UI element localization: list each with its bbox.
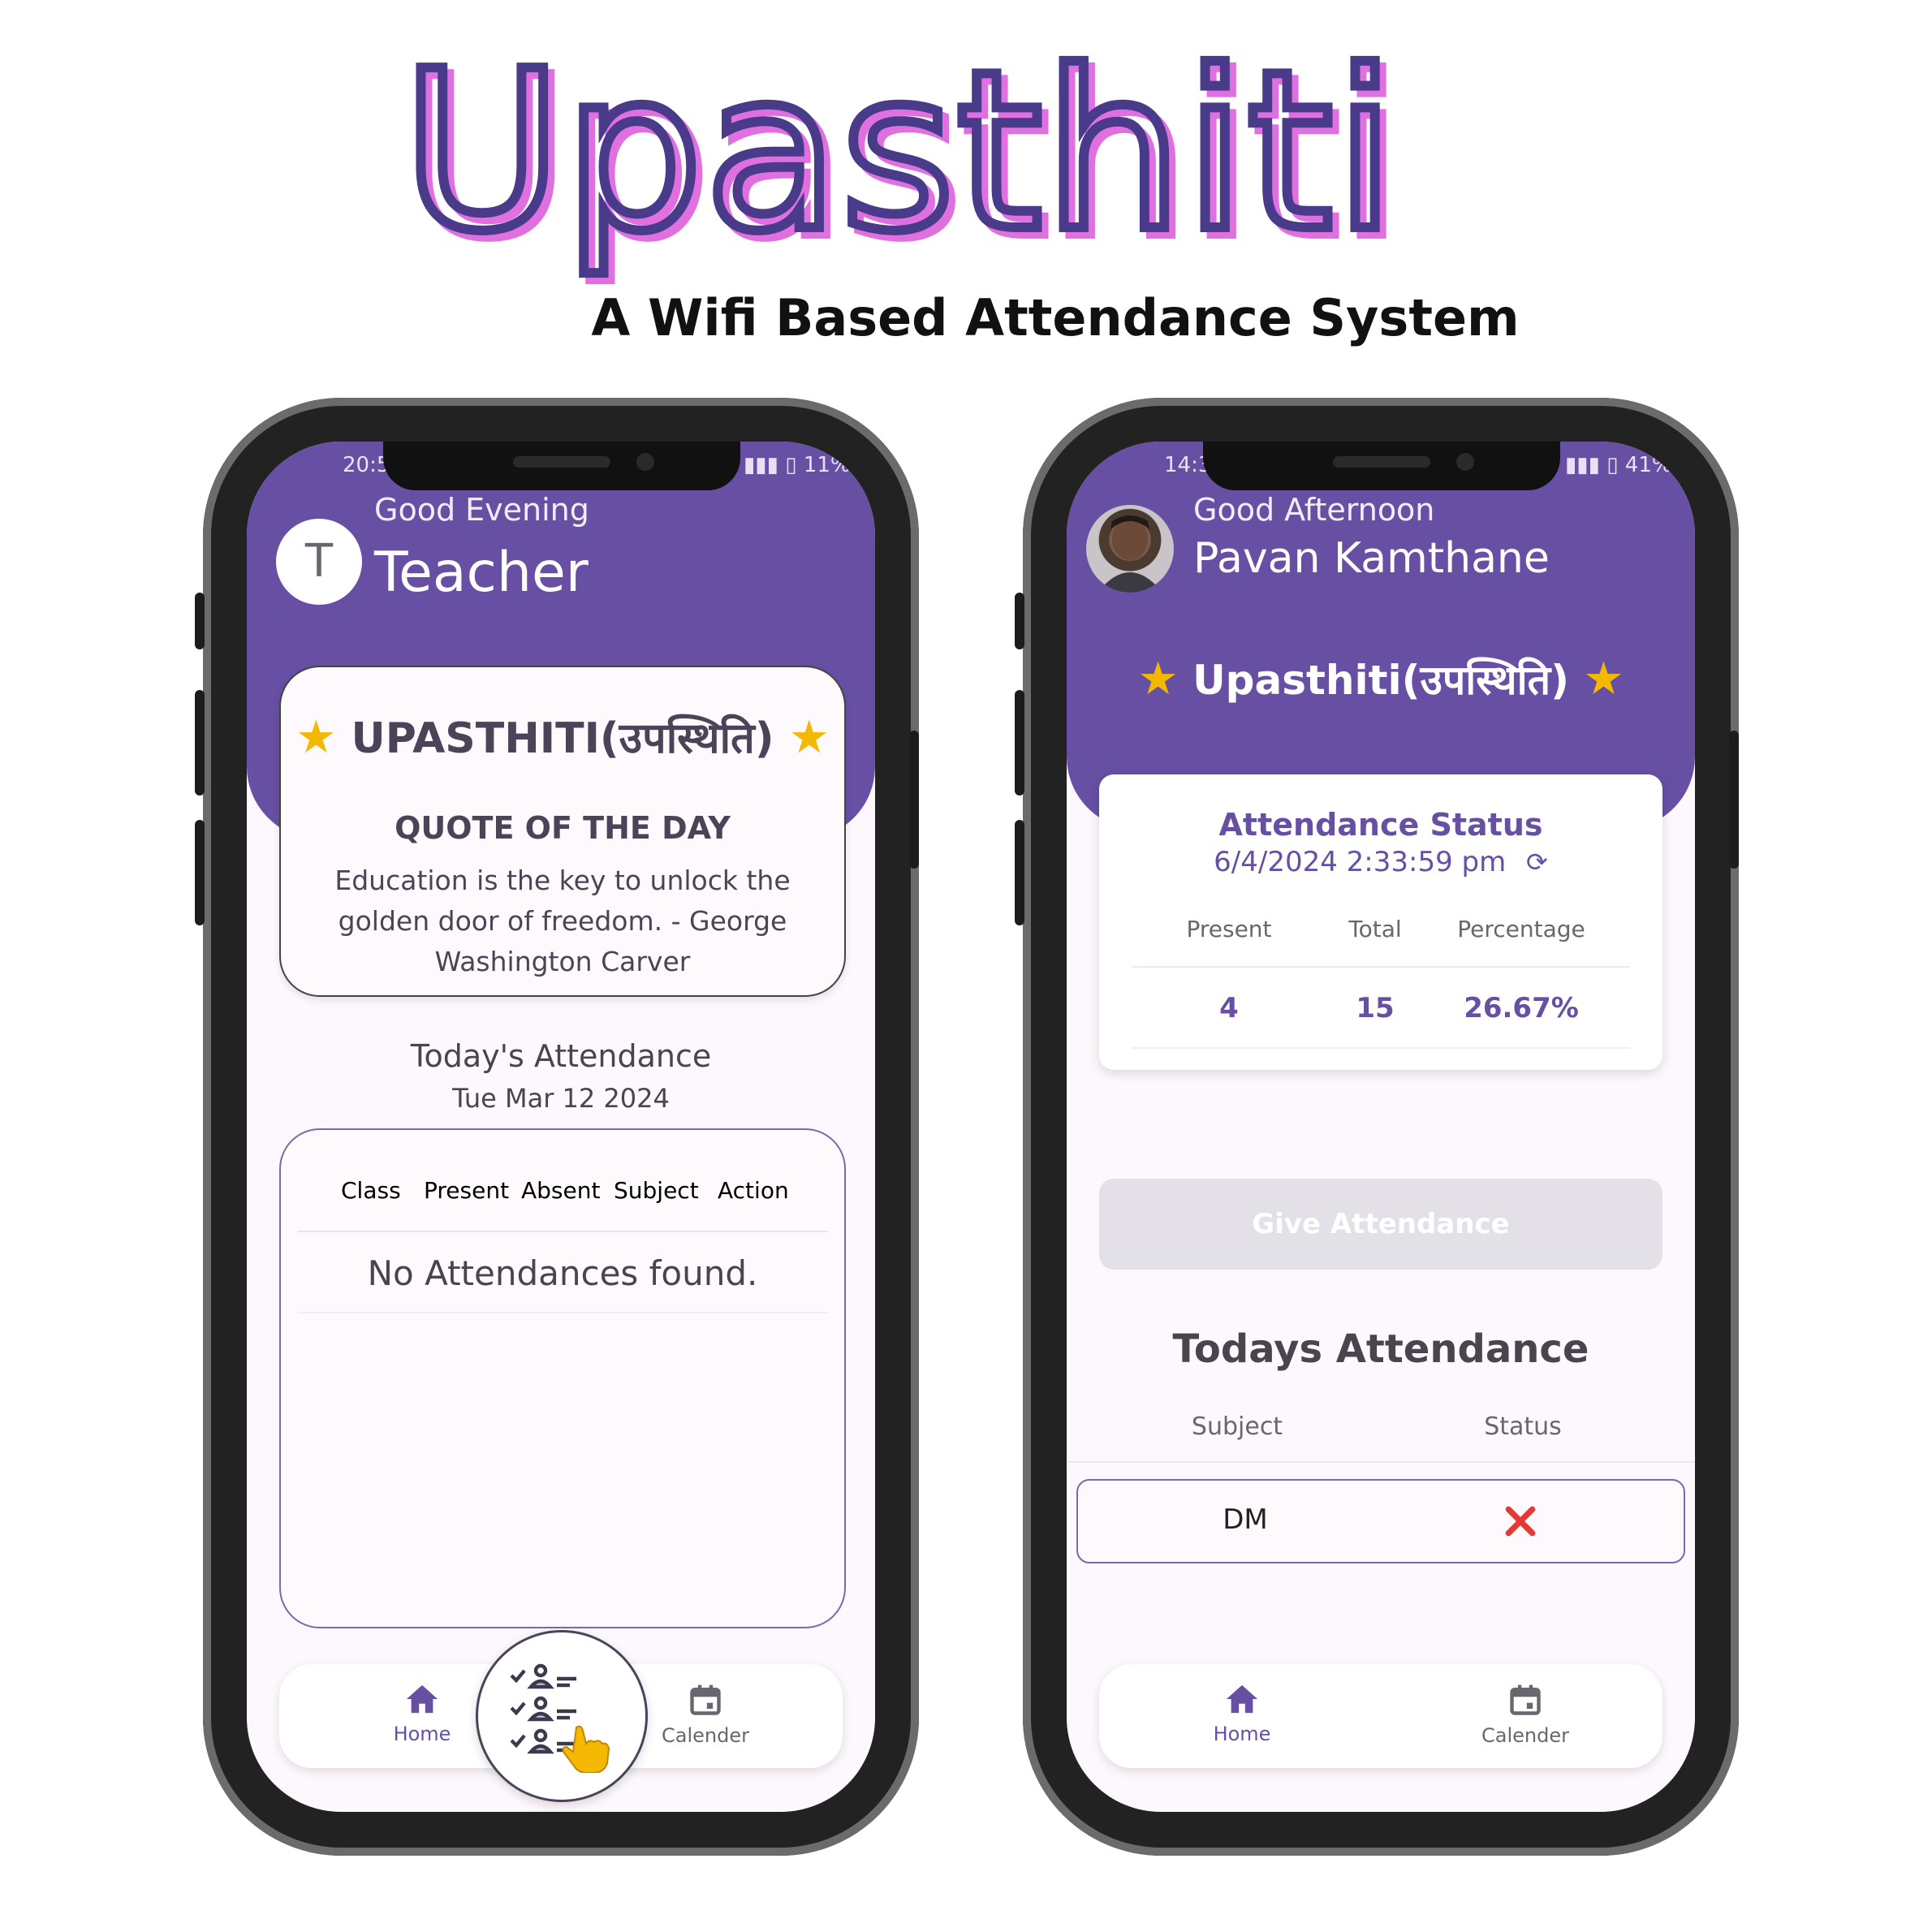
take-attendance-fab[interactable] <box>476 1630 648 1802</box>
stat-value-present: 4 <box>1219 992 1239 1024</box>
today-attendance-title: Today's Attendance <box>410 1038 712 1074</box>
power-button <box>909 731 919 869</box>
status-title: Attendance Status <box>1218 807 1543 843</box>
stat-value-percentage: 26.67% <box>1464 992 1579 1024</box>
stat-header-total: Total <box>1348 916 1402 942</box>
user-name: Teacher <box>374 541 589 605</box>
nav-home[interactable]: Home <box>357 1682 487 1745</box>
battery-level: 11% <box>803 453 851 477</box>
status-icons: ▮▮▮ ▯ 41% <box>1565 453 1672 477</box>
table-divider <box>297 1231 828 1232</box>
attendance-status-card: Attendance Status 6/4/2024 2:33:59 pm ⟳ … <box>1099 774 1662 1070</box>
todays-attendance-title: Todays Attendance <box>1172 1326 1589 1372</box>
nav-calender[interactable]: Calender <box>640 1682 770 1747</box>
bottom-nav: Home Calender <box>1099 1664 1662 1768</box>
calendar-icon <box>690 1684 721 1715</box>
battery-level: 41% <box>1624 453 1672 477</box>
title-outline: Upasthiti <box>402 32 1397 279</box>
today-date: Tue Mar 12 2024 <box>452 1083 670 1114</box>
battery-icon: ▯ <box>785 453 797 477</box>
user-name: Pavan Kamthane <box>1193 534 1550 583</box>
side-button <box>195 593 205 649</box>
empty-message: No Attendances found. <box>367 1253 758 1293</box>
teacher-phone-frame: 20:5 ▮▮▮ ▯ 11% T Good Evening Teacher ★ … <box>195 398 919 1856</box>
app-logo-title: Upasthiti Upasthiti <box>397 32 1407 291</box>
side-button <box>195 820 205 925</box>
side-button <box>1015 690 1024 796</box>
status-datetime: 6/4/2024 2:33:59 pm <box>1214 846 1507 878</box>
stats-divider <box>1132 1047 1630 1049</box>
student-screen: 14:3 ▮▮▮ ▯ 41% Good Afternoon Pavan Kamt… <box>1067 442 1695 1812</box>
calendar-icon <box>1510 1684 1541 1715</box>
nav-calender-label: Calender <box>1481 1724 1569 1747</box>
stats-divider <box>1132 966 1630 968</box>
quote-card: ★ UPASTHITI(उपस्थिति) ★ QUOTE OF THE DAY… <box>279 666 846 997</box>
column-header-present: Present <box>424 1177 510 1204</box>
app-banner: ★ Upasthiti(उपस्थिति) ★ <box>1067 651 1695 706</box>
refresh-icon[interactable]: ⟳ <box>1526 847 1548 878</box>
star-icon: ★ <box>788 711 830 764</box>
home-icon <box>1226 1684 1258 1714</box>
side-button <box>1015 593 1024 649</box>
status-icons: ▮▮▮ ▯ 11% <box>744 453 851 477</box>
student-phone-frame: 14:3 ▮▮▮ ▯ 41% Good Afternoon Pavan Kamt… <box>1015 398 1739 1856</box>
profile-photo-icon <box>1098 515 1162 593</box>
card-title: UPASTHITI(उपस्थिति) <box>351 714 774 763</box>
banner-title: Upasthiti(उपस्थिति) <box>1192 657 1569 704</box>
greeting-text: Good Evening <box>374 492 589 528</box>
nav-home[interactable]: Home <box>1177 1682 1307 1745</box>
side-button <box>1015 820 1024 925</box>
nav-home-label: Home <box>1213 1723 1271 1745</box>
attendance-table: Class Present Absent Subject Action No A… <box>279 1128 846 1628</box>
avatar[interactable]: T <box>276 519 362 605</box>
quote-text: Education is the key to unlock the golde… <box>334 865 791 977</box>
table-divider <box>1067 1461 1695 1463</box>
stat-header-present: Present <box>1186 916 1272 942</box>
stat-value-total: 15 <box>1356 992 1395 1024</box>
side-button <box>195 690 205 796</box>
notch <box>383 442 740 490</box>
column-header-status: Status <box>1484 1412 1562 1441</box>
star-icon: ★ <box>1137 653 1179 705</box>
table-divider <box>297 1312 828 1313</box>
avatar[interactable] <box>1086 505 1174 593</box>
notch <box>1203 442 1560 490</box>
give-attendance-button[interactable]: Give Attendance <box>1099 1179 1662 1270</box>
cross-icon <box>1505 1506 1536 1537</box>
signal-icon: ▮▮▮ <box>1565 453 1600 477</box>
table-row[interactable]: DM <box>1076 1479 1685 1563</box>
stat-header-percentage: Percentage <box>1457 916 1585 942</box>
row-subject: DM <box>1223 1503 1268 1536</box>
battery-icon: ▯ <box>1606 453 1619 477</box>
card-banner: ★ UPASTHITI(उपस्थिति) ★ <box>289 708 836 765</box>
checklist-attendees-icon <box>510 1663 610 1773</box>
status-datetime-row: 6/4/2024 2:33:59 pm ⟳ <box>1099 846 1662 878</box>
column-header-absent: Absent <box>521 1177 601 1204</box>
column-header-class: Class <box>341 1177 401 1204</box>
nav-calender-label: Calender <box>662 1724 749 1747</box>
home-icon <box>406 1684 438 1714</box>
signal-icon: ▮▮▮ <box>744 453 778 477</box>
teacher-screen: 20:5 ▮▮▮ ▯ 11% T Good Evening Teacher ★ … <box>247 442 875 1812</box>
column-header-action: Action <box>718 1177 789 1204</box>
quote-heading: QUOTE OF THE DAY <box>395 810 731 846</box>
star-icon: ★ <box>295 711 337 764</box>
greeting-text: Good Afternoon <box>1193 492 1435 528</box>
nav-calender[interactable]: Calender <box>1460 1682 1590 1747</box>
column-header-subject: Subject <box>614 1177 699 1204</box>
star-icon: ★ <box>1583 653 1624 705</box>
nav-home-label: Home <box>393 1723 451 1745</box>
app-subtitle: A Wifi Based Attendance System <box>591 288 1520 347</box>
column-header-subject: Subject <box>1191 1412 1283 1441</box>
power-button <box>1729 731 1739 869</box>
